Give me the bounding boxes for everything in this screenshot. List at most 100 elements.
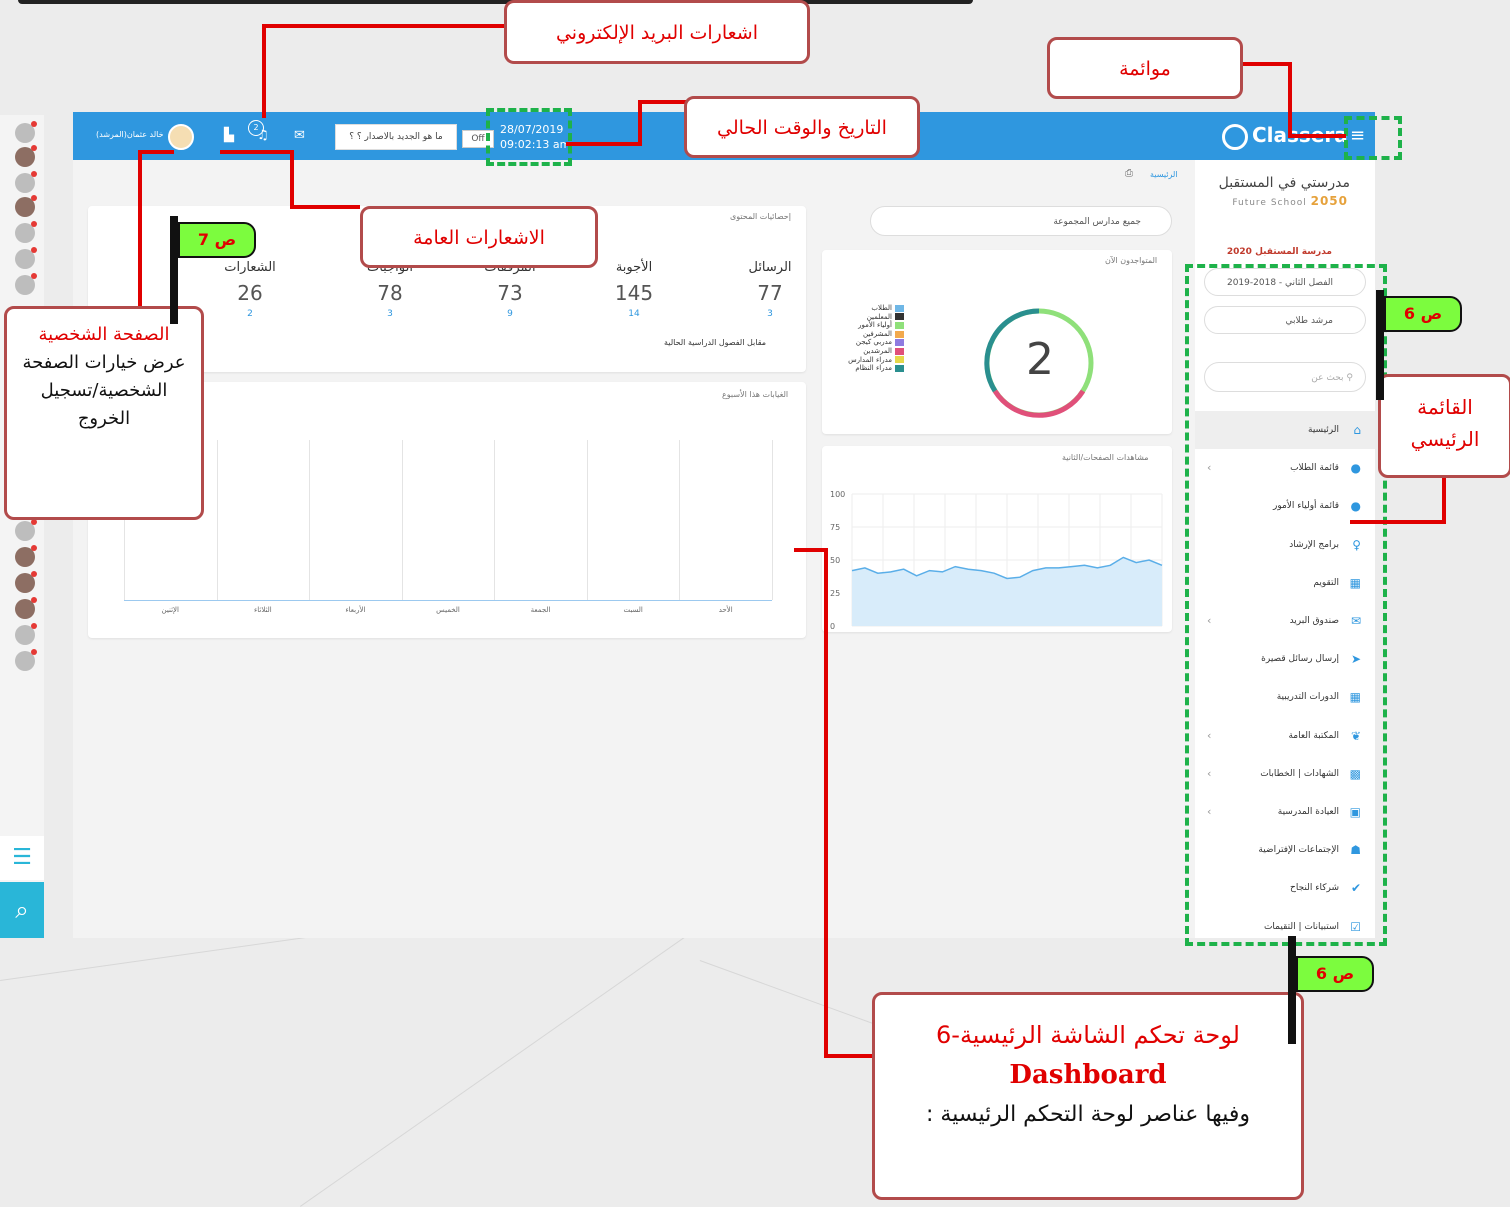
connector-line	[794, 548, 828, 552]
contact-avatar[interactable]	[15, 597, 37, 619]
user-name[interactable]: خالد عثمان(المرشد)	[96, 130, 164, 139]
contact-avatar[interactable]	[15, 195, 37, 217]
building-icon[interactable]: ▙	[224, 128, 234, 143]
connector-line	[138, 150, 174, 154]
callout-dashboard: 6-لوحة تحكم الشاشة الرئيسية Dashboard : …	[872, 992, 1304, 1200]
school-name: مدرستي في المستقبل	[1218, 175, 1350, 191]
contact-avatar[interactable]	[15, 171, 37, 193]
day-label: الإثنين	[161, 606, 179, 614]
flag-label: ص 6	[1296, 956, 1374, 992]
connector-line	[638, 100, 642, 144]
donut-segment-counselors	[992, 389, 1086, 418]
legend-swatch	[895, 304, 904, 312]
connector-line	[1442, 478, 1446, 524]
user-avatar[interactable]	[168, 124, 194, 150]
grid-line	[401, 440, 403, 600]
grid-line	[586, 440, 588, 600]
connector-line	[566, 142, 642, 146]
legend-item: المرشدين	[838, 347, 904, 356]
connector-line	[1350, 520, 1446, 524]
day-label: الخميس	[436, 606, 460, 614]
stat-value: 73	[497, 281, 523, 305]
stat-item: الواجبات783	[350, 260, 430, 319]
contact-avatar[interactable]	[15, 571, 37, 593]
stat-item: الرسائل 77 3	[730, 260, 810, 319]
top-dark-bar	[18, 0, 973, 4]
callout-general-notifications: الاشعارات العامة	[360, 206, 598, 268]
grid-line	[309, 440, 311, 600]
list-icon[interactable]: ☰	[0, 836, 44, 880]
flag-page-7: ص 7	[170, 216, 260, 324]
day-label: الأحد	[718, 606, 733, 614]
print-icon[interactable]: ⎙	[1125, 168, 1133, 179]
stat-value: 145	[614, 281, 654, 305]
day-label: الثلاثاء	[253, 606, 272, 614]
legend-swatch	[895, 321, 904, 329]
contact-avatar[interactable]	[15, 247, 37, 269]
connector-line	[290, 150, 294, 208]
connector-line	[1288, 134, 1346, 138]
connector-line	[262, 24, 506, 28]
contact-avatar[interactable]	[15, 649, 37, 671]
callout-compatibility: موائمة	[1047, 37, 1243, 99]
contact-avatar[interactable]	[15, 221, 37, 243]
legend-item: مدربي كيجن	[838, 338, 904, 347]
dashboard-callout-en: Dashboard	[1009, 1060, 1167, 1090]
callout-email-notifications: اشعارات البريد الإلكتروني	[504, 0, 810, 64]
connector-line	[138, 150, 142, 320]
views-title: مشاهدات الصفحات/الثانية	[1062, 453, 1149, 462]
stat-sub: 3	[767, 309, 773, 319]
stats-note: مقابل الفصول الدراسية الحالية	[664, 338, 767, 347]
legend-label: المشرفين	[862, 329, 892, 338]
y-tick-label: 100	[830, 490, 845, 499]
profile-callout-title: الصفحة الشخصية	[38, 324, 170, 345]
contact-avatar[interactable]	[15, 121, 37, 143]
legend-item: مدراء المدارس	[838, 356, 904, 365]
flag-label: ص 7	[178, 222, 256, 258]
sidebar-highlight	[1185, 264, 1387, 946]
whats-new-button[interactable]: ما هو الجديد بالاصدار ؟ ؟	[335, 124, 457, 150]
contact-avatar[interactable]	[15, 519, 37, 541]
school-year: 2050	[1310, 194, 1348, 208]
legend-label: مدراء المدارس	[848, 355, 892, 364]
y-tick-label: 50	[830, 556, 840, 565]
grid-line	[494, 440, 496, 600]
callout-profile: الصفحة الشخصية عرض خيارات الصفحة الشخصية…	[4, 306, 204, 520]
legend-label: المرشدين	[863, 347, 892, 356]
stat-title: الأجوبة	[615, 260, 653, 275]
connector-line	[824, 548, 828, 1058]
stat-value: 78	[377, 281, 403, 305]
contact-avatar[interactable]	[15, 273, 37, 295]
school-subtitle: Future School 2050	[1218, 194, 1348, 208]
day-label: الجمعة	[530, 606, 551, 614]
dashboard-callout-title: 6-لوحة تحكم الشاشة الرئيسية	[936, 1021, 1240, 1049]
legend-swatch	[895, 339, 904, 347]
mail-icon[interactable]: ✉	[294, 128, 305, 143]
stat-title: الرسائل	[748, 260, 792, 275]
flag-page-6: ص 6	[1376, 290, 1466, 400]
stat-sub: 14	[628, 309, 640, 319]
legend-swatch	[895, 356, 904, 364]
contact-avatar[interactable]	[15, 545, 37, 567]
connector-line	[290, 205, 360, 209]
day-label: السبت	[623, 606, 643, 614]
chat-icon[interactable]: ⌕	[0, 882, 44, 938]
connector-line	[638, 100, 686, 104]
logo-icon	[1222, 123, 1248, 150]
school-sub-text: Future School	[1232, 198, 1307, 208]
contact-avatar[interactable]	[15, 145, 37, 167]
legend-label: أولياء الأمور	[858, 321, 892, 330]
notification-badge: 2	[248, 120, 264, 136]
absence-title: الغيابات هذا الأسبوع	[722, 390, 789, 399]
callout-datetime: التاريخ والوقت الحالي	[684, 96, 920, 158]
breadcrumb[interactable]: الرئيسية	[1150, 170, 1178, 179]
connector-line	[262, 24, 266, 118]
stat-sub: 3	[387, 309, 393, 319]
stat-item: المرفقات739	[470, 260, 550, 319]
y-tick-label: 25	[830, 589, 840, 598]
legend-item: المشرفين	[838, 330, 904, 339]
contact-avatar[interactable]	[15, 623, 37, 645]
school-group-select[interactable]: جميع مدارس المجموعة	[870, 206, 1172, 236]
legend-item: الطلاب	[838, 304, 904, 313]
grid-line	[216, 440, 218, 600]
